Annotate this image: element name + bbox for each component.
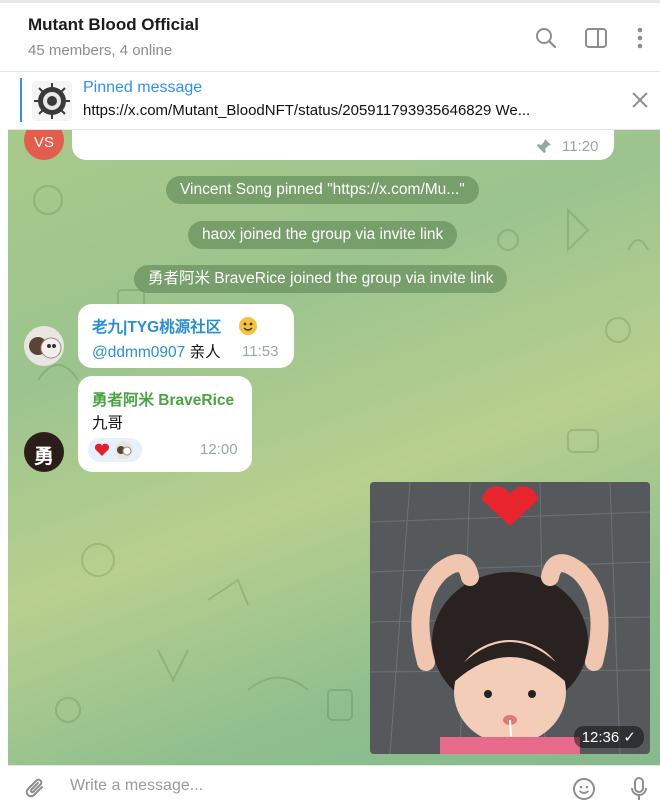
photo-message[interactable]: 12:36 ✓: [370, 482, 650, 754]
pinned-indicator: [20, 78, 22, 122]
chat-title[interactable]: Mutant Blood Official: [28, 15, 199, 35]
mention-link[interactable]: @ddmm0907: [92, 344, 185, 361]
chat-history[interactable]: VS 11:20 Vincent Song pinned "https://x.…: [8, 130, 660, 765]
pinned-title: Pinned message: [83, 79, 203, 96]
message-time: 11:53: [242, 343, 279, 360]
emoji-icon[interactable]: [570, 775, 598, 803]
more-options-icon[interactable]: [625, 23, 655, 53]
message-time: 11:20: [562, 138, 599, 155]
emoji-status-icon: [239, 317, 257, 335]
service-message: Vincent Song pinned "https://x.com/Mu...…: [166, 176, 479, 204]
message-time: 12:36 ✓: [573, 726, 644, 748]
message-sender[interactable]: 勇者阿米 BraveRice: [92, 388, 234, 410]
service-message: haox joined the group via invite link: [188, 221, 458, 249]
reactor-avatar: [115, 441, 133, 459]
avatar[interactable]: 勇: [24, 432, 64, 472]
message-sender[interactable]: 老九|TYG桃源社区: [92, 315, 221, 337]
sidebar-toggle-icon[interactable]: [581, 23, 611, 53]
message-text: @ddmm0907 亲人: [92, 344, 221, 361]
pinned-message-bar[interactable]: Pinned message https://x.com/Mutant_Bloo…: [8, 72, 660, 130]
message-bubble[interactable]: 老九|TYG桃源社区 @ddmm0907 亲人 11:53: [78, 304, 294, 368]
reaction-badge[interactable]: [88, 438, 142, 462]
pinned-thumbnail: [32, 81, 72, 121]
chat-member-count: 45 members, 4 online: [28, 42, 173, 59]
message-time: 12:00: [200, 441, 238, 458]
heart-icon: [94, 443, 110, 456]
message-input[interactable]: Write a message...: [70, 777, 203, 795]
search-icon[interactable]: [531, 23, 561, 53]
message-composer: Write a message...: [8, 765, 660, 810]
read-check-icon: ✓: [623, 729, 636, 746]
pinned-text: https://x.com/Mutant_BloodNFT/status/205…: [83, 102, 531, 119]
service-message: 勇者阿米 BraveRice joined the group via invi…: [134, 265, 508, 293]
microphone-icon[interactable]: [625, 775, 653, 803]
pin-icon: [537, 139, 551, 153]
chat-header: Mutant Blood Official 45 members, 4 onli…: [0, 0, 660, 72]
sticker-image: [370, 482, 650, 754]
message-bubble[interactable]: 勇者阿米 BraveRice 九哥 12:00: [78, 376, 252, 472]
message-text: 九哥: [92, 415, 124, 432]
avatar[interactable]: [24, 326, 64, 366]
attach-icon[interactable]: [22, 775, 50, 803]
message-bubble[interactable]: 11:20: [72, 130, 614, 160]
close-icon[interactable]: [628, 88, 652, 112]
